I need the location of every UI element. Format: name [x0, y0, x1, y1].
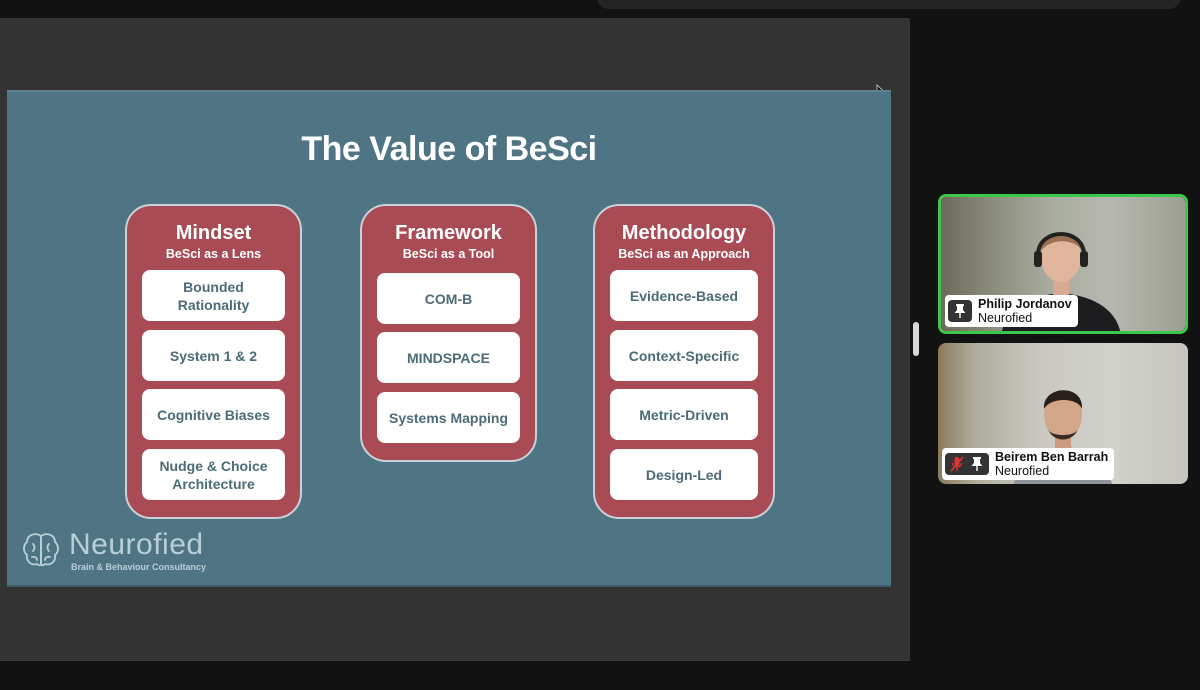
panel-resize-handle[interactable] — [913, 322, 919, 356]
brand-name: Neurofied — [69, 528, 204, 561]
participant-tile[interactable]: Beirem Ben Barrah Neurofied — [938, 343, 1188, 484]
column-subtitle: BeSci as an Approach — [618, 247, 750, 261]
card-item: MINDSPACE — [377, 332, 520, 383]
participant-org: Neurofied — [995, 464, 1050, 478]
slide-title: The Value of BeSci — [301, 130, 597, 168]
card-item: Systems Mapping — [377, 392, 520, 443]
brain-icon — [23, 533, 59, 567]
participant-org: Neurofied — [978, 311, 1033, 325]
column-methodology: Methodology BeSci as an Approach Evidenc… — [593, 204, 775, 519]
participant-name: Beirem Ben Barrah — [995, 450, 1109, 464]
card-item: COM-B — [377, 273, 520, 324]
brand-logo: Neurofied Brain & Behaviour Consultancy — [21, 530, 206, 572]
card-item: Bounded Rationality — [142, 270, 285, 321]
card-item: Design-Led — [610, 449, 758, 500]
participant-nameplate: Philip Jordanov Neurofied — [945, 295, 1078, 327]
column-framework: Framework BeSci as a Tool COM-B MINDSPAC… — [360, 204, 537, 462]
column-title: Framework — [395, 222, 502, 244]
card-item: Context-Specific — [610, 330, 758, 381]
participant-tile[interactable]: Philip Jordanov Neurofied — [938, 194, 1188, 334]
card-item: Nudge & Choice Architecture — [142, 449, 285, 500]
participant-nameplate: Beirem Ben Barrah Neurofied — [942, 448, 1115, 480]
presentation-slide: The Value of BeSci Mindset BeSci as a Le… — [7, 90, 891, 587]
column-subtitle: BeSci as a Lens — [165, 247, 262, 261]
card-item: Cognitive Biases — [142, 389, 285, 440]
card-item: System 1 & 2 — [142, 330, 285, 381]
column-subtitle: BeSci as a Tool — [402, 247, 495, 261]
mic-muted-icon[interactable] — [950, 456, 964, 472]
brand-tagline: Brain & Behaviour Consultancy — [71, 562, 207, 572]
pin-icon[interactable] — [970, 456, 984, 472]
card-item: Evidence-Based — [610, 270, 758, 321]
top-toolbar — [597, 0, 1181, 9]
pin-icon[interactable] — [953, 303, 967, 319]
card-item: Metric-Driven — [610, 389, 758, 440]
participant-name: Philip Jordanov — [978, 297, 1072, 311]
column-title: Methodology — [621, 222, 747, 244]
column-mindset: Mindset BeSci as a Lens Bounded Rational… — [125, 204, 302, 519]
column-title: Mindset — [175, 222, 252, 244]
